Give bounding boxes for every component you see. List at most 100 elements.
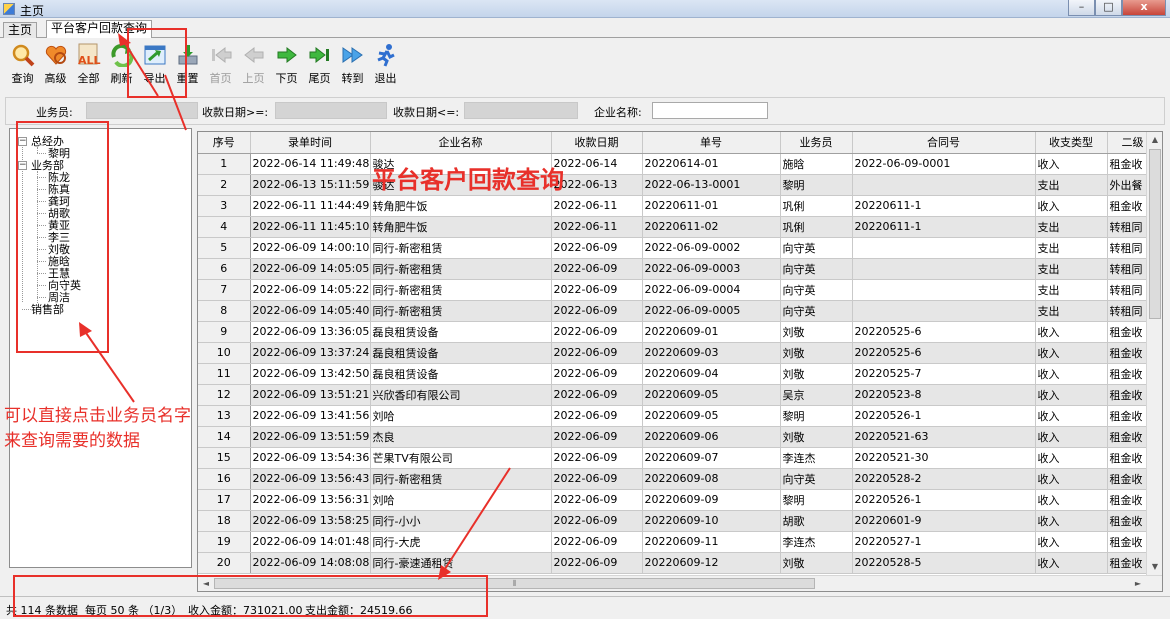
cell-pay-date[interactable]: 2022-06-13 [551, 174, 643, 196]
scroll-right-icon[interactable]: ► [1130, 576, 1146, 591]
cell-salesperson[interactable]: 刘敬 [780, 426, 853, 448]
cell-pay-date[interactable]: 2022-06-09 [551, 531, 643, 553]
cell-type[interactable]: 支出 [1035, 174, 1108, 196]
company-field[interactable] [652, 102, 768, 119]
refresh-button[interactable]: 刷新 [105, 41, 138, 89]
scroll-up-icon[interactable]: ▲ [1147, 132, 1162, 148]
cell-type[interactable]: 收入 [1035, 531, 1108, 553]
col-header[interactable]: 单号 [642, 132, 781, 154]
cell-contract-no[interactable]: 2022-06-09-0001 [852, 153, 1036, 175]
cell-contract-no[interactable]: 20220523-8 [852, 384, 1036, 406]
cell-doc-no[interactable]: 2022-06-09-0004 [642, 279, 781, 301]
cell-doc-no[interactable]: 20220609-06 [642, 426, 781, 448]
cell-company[interactable]: 芒果TV有限公司 [370, 447, 552, 469]
cell-contract-no[interactable] [852, 279, 1036, 301]
cell-type[interactable]: 收入 [1035, 426, 1108, 448]
cell-pay-date[interactable]: 2022-06-09 [551, 447, 643, 469]
cell-contract-no[interactable]: 20220528-2 [852, 468, 1036, 490]
cell-idx[interactable]: 19 [198, 531, 251, 553]
cell-company[interactable]: 同行-新密租赁 [370, 300, 552, 322]
advanced-button[interactable]: 高级 [39, 41, 72, 89]
cell-entry-time[interactable]: 2022-06-13 15:11:59 [250, 174, 371, 196]
cell-entry-time[interactable]: 2022-06-11 11:44:49 [250, 195, 371, 217]
table-row[interactable]: 5 2022-06-09 14:00:10 同行-新密租赁 2022-06-09 202… [198, 237, 1159, 259]
first-page-button[interactable]: 首页 [204, 41, 237, 89]
tree-collapse-toggle-0[interactable]: − [18, 137, 27, 146]
cell-pay-date[interactable]: 2022-06-09 [551, 384, 643, 406]
cell-company[interactable]: 刘哈 [370, 489, 552, 511]
cell-pay-date[interactable]: 2022-06-09 [551, 363, 643, 385]
cell-type[interactable]: 收入 [1035, 468, 1108, 490]
table-row[interactable]: 19 2022-06-09 14:01:48 同行-大虎 2022-06-09 2022… [198, 531, 1159, 553]
cell-type[interactable]: 收入 [1035, 363, 1108, 385]
cell-company[interactable]: 同行-大虎 [370, 531, 552, 553]
cell-salesperson[interactable]: 黎明 [780, 489, 853, 511]
cell-doc-no[interactable]: 20220609-05 [642, 384, 781, 406]
all-button[interactable]: ALL 全部 [72, 41, 105, 89]
date-to-field[interactable] [464, 102, 578, 119]
cell-idx[interactable]: 9 [198, 321, 251, 343]
cell-contract-no[interactable]: 20220526-1 [852, 489, 1036, 511]
cell-doc-no[interactable]: 20220609-04 [642, 363, 781, 385]
cell-entry-time[interactable]: 2022-06-09 13:56:31 [250, 489, 371, 511]
cell-type[interactable]: 支出 [1035, 279, 1108, 301]
cell-salesperson[interactable]: 刘敬 [780, 342, 853, 364]
cell-doc-no[interactable]: 20220614-01 [642, 153, 781, 175]
cell-salesperson[interactable]: 黎明 [780, 174, 853, 196]
cell-entry-time[interactable]: 2022-06-09 13:58:25 [250, 510, 371, 532]
col-header[interactable]: 合同号 [852, 132, 1036, 154]
col-header[interactable]: 收支类型 [1035, 132, 1108, 154]
col-header[interactable]: 收款日期 [551, 132, 643, 154]
table-row[interactable]: 8 2022-06-09 14:05:40 同行-新密租赁 2022-06-09 202… [198, 300, 1159, 322]
tree-collapse-toggle-1[interactable]: − [18, 161, 27, 170]
cell-type[interactable]: 支出 [1035, 300, 1108, 322]
cell-type[interactable]: 支出 [1035, 237, 1108, 259]
col-header[interactable]: 录单时间 [250, 132, 371, 154]
cell-doc-no[interactable]: 20220609-12 [642, 552, 781, 574]
cell-type[interactable]: 收入 [1035, 342, 1108, 364]
cell-contract-no[interactable]: 20220525-7 [852, 363, 1036, 385]
cell-pay-date[interactable]: 2022-06-09 [551, 321, 643, 343]
cell-pay-date[interactable]: 2022-06-09 [551, 237, 643, 259]
cell-pay-date[interactable]: 2022-06-11 [551, 195, 643, 217]
cell-company[interactable]: 同行-新密租赁 [370, 258, 552, 280]
cell-entry-time[interactable]: 2022-06-09 14:01:48 [250, 531, 371, 553]
export-button[interactable]: 导出 [138, 41, 171, 89]
maximize-button[interactable]: □ [1095, 0, 1122, 16]
tab-payment-query[interactable]: 平台客户回款查询 [46, 20, 153, 38]
table-row[interactable]: 6 2022-06-09 14:05:05 同行-新密租赁 2022-06-09 202… [198, 258, 1159, 280]
cell-idx[interactable]: 14 [198, 426, 251, 448]
cell-idx[interactable]: 18 [198, 510, 251, 532]
table-row[interactable]: 15 2022-06-09 13:54:36 芒果TV有限公司 2022-06-09 2… [198, 447, 1159, 469]
col-header[interactable]: 企业名称 [370, 132, 552, 154]
cell-doc-no[interactable]: 20220611-02 [642, 216, 781, 238]
cell-pay-date[interactable]: 2022-06-09 [551, 426, 643, 448]
cell-pay-date[interactable]: 2022-06-09 [551, 342, 643, 364]
cell-entry-time[interactable]: 2022-06-09 13:54:36 [250, 447, 371, 469]
cell-doc-no[interactable]: 20220611-01 [642, 195, 781, 217]
cell-idx[interactable]: 8 [198, 300, 251, 322]
table-row[interactable]: 16 2022-06-09 13:56:43 同行-新密租赁 2022-06-09 20… [198, 468, 1159, 490]
vertical-scrollbar[interactable]: ▲ ▼ [1146, 132, 1162, 575]
cell-contract-no[interactable] [852, 258, 1036, 280]
cell-doc-no[interactable]: 20220609-10 [642, 510, 781, 532]
cell-contract-no[interactable]: 20220527-1 [852, 531, 1036, 553]
cell-contract-no[interactable]: 20220601-9 [852, 510, 1036, 532]
cell-pay-date[interactable]: 2022-06-09 [551, 258, 643, 280]
table-row[interactable]: 4 2022-06-11 11:45:10 转角肥牛饭 2022-06-11 20220… [198, 216, 1159, 238]
cell-salesperson[interactable]: 胡歌 [780, 510, 853, 532]
cell-contract-no[interactable]: 20220526-1 [852, 405, 1036, 427]
exit-button[interactable]: 退出 [369, 41, 402, 89]
cell-entry-time[interactable]: 2022-06-09 14:08:08 [250, 552, 371, 574]
cell-entry-time[interactable]: 2022-06-09 13:36:05 [250, 321, 371, 343]
cell-doc-no[interactable]: 2022-06-13-0001 [642, 174, 781, 196]
cell-company[interactable]: 同行-新密租赁 [370, 468, 552, 490]
cell-type[interactable]: 收入 [1035, 384, 1108, 406]
cell-contract-no[interactable]: 20220525-6 [852, 321, 1036, 343]
cell-salesperson[interactable]: 巩俐 [780, 195, 853, 217]
goto-button[interactable]: 转到 [336, 41, 369, 89]
cell-idx[interactable]: 13 [198, 405, 251, 427]
cell-idx[interactable]: 3 [198, 195, 251, 217]
next-page-button[interactable]: 下页 [270, 41, 303, 89]
cell-company[interactable]: 磊良租赁设备 [370, 363, 552, 385]
